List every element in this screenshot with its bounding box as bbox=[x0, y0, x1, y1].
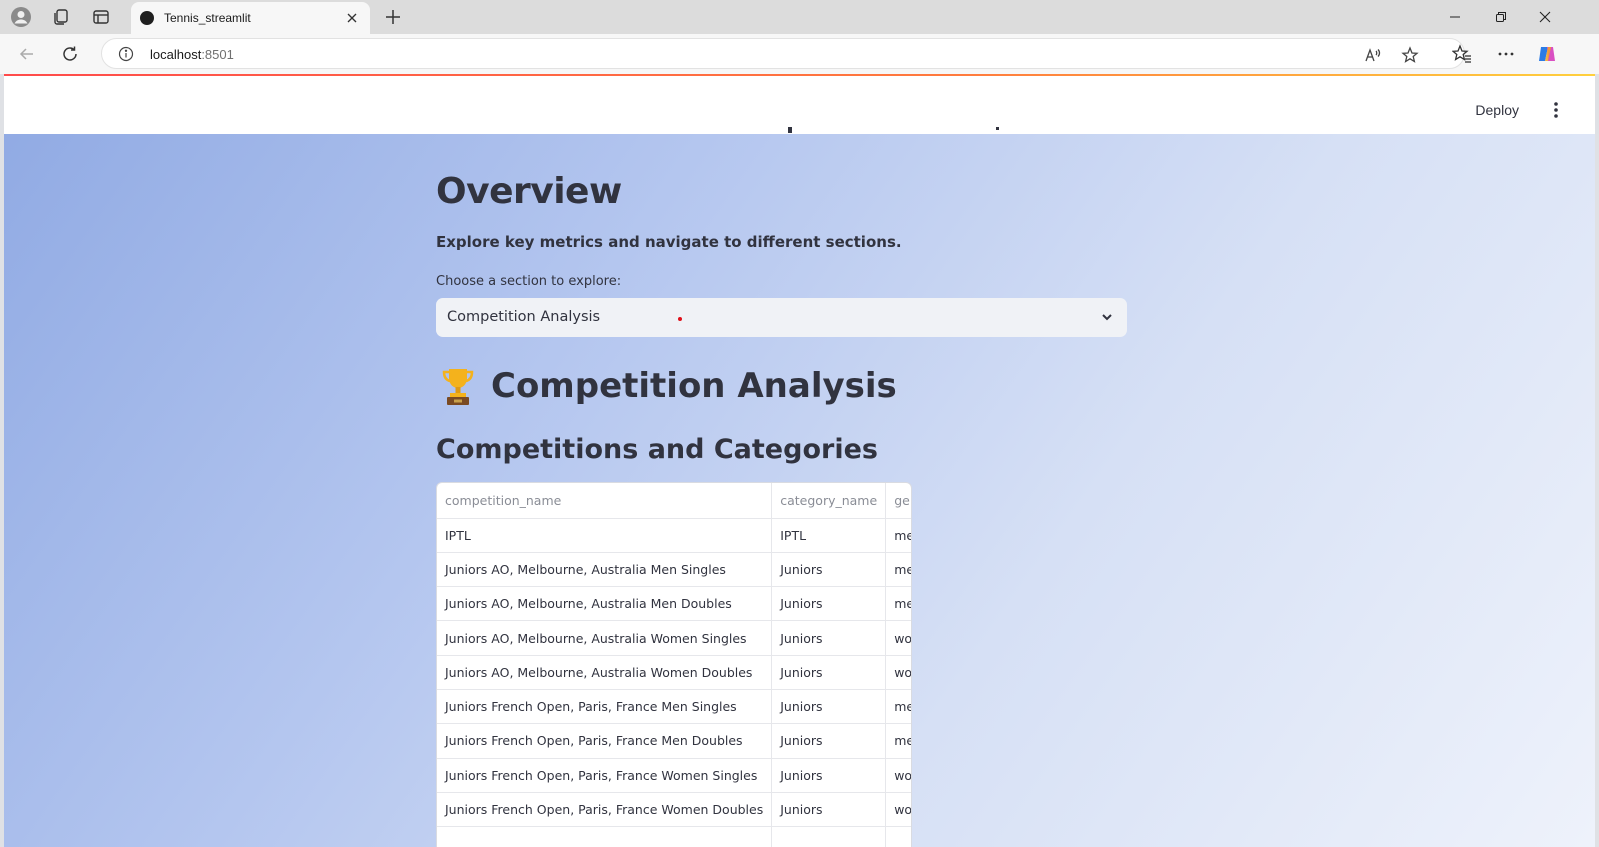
page-subtitle: Explore key metrics and navigate to diff… bbox=[436, 233, 902, 251]
cell-category-name[interactable]: Juniors bbox=[771, 586, 887, 622]
page-title: Overview bbox=[436, 171, 622, 212]
tab-title: Tennis_streamlit bbox=[164, 11, 251, 25]
streamlit-app: Deploy Overview Explore key metrics and … bbox=[4, 74, 1595, 847]
table-header-row: competition_name category_name gender bbox=[437, 483, 911, 519]
browser-tab-bar: Tennis_streamlit bbox=[0, 0, 1599, 34]
table-row: Juniors AO, Melbourne, Australia Men Dou… bbox=[437, 586, 911, 622]
cell-category-name[interactable]: Juniors bbox=[771, 655, 887, 690]
cell-competition-name[interactable]: Juniors AO, Melbourne, Australia Women S… bbox=[437, 620, 773, 656]
new-tab-icon[interactable] bbox=[380, 5, 406, 29]
favorite-star-icon[interactable] bbox=[1400, 45, 1420, 65]
column-header-competition-name[interactable]: competition_name bbox=[437, 483, 773, 519]
more-options-icon[interactable] bbox=[1494, 42, 1518, 66]
cell-gender[interactable]: men bbox=[885, 723, 911, 759]
refresh-icon[interactable] bbox=[57, 42, 83, 66]
profile-icon[interactable] bbox=[8, 5, 34, 29]
copilot-icon[interactable] bbox=[1535, 42, 1559, 66]
table-title: Competitions and Categories bbox=[436, 434, 878, 465]
cell-gender[interactable]: women bbox=[885, 792, 911, 828]
chevron-down-icon[interactable] bbox=[1099, 309, 1115, 325]
browser-tab-active[interactable]: Tennis_streamlit bbox=[131, 2, 370, 34]
cursor-marker bbox=[678, 317, 682, 321]
cell-gender[interactable]: men bbox=[885, 518, 911, 553]
cell-category-name[interactable]: Juniors bbox=[771, 723, 887, 759]
favorites-icon[interactable] bbox=[1450, 42, 1474, 66]
cell-competition-name[interactable] bbox=[437, 826, 773, 847]
browser-toolbar: localhost:8501 bbox=[0, 34, 1599, 74]
cell-gender[interactable]: men bbox=[885, 689, 911, 725]
section-select-label: Choose a section to explore: bbox=[436, 274, 622, 289]
address-bar[interactable]: localhost:8501 bbox=[101, 38, 1465, 69]
cell-competition-name[interactable]: Juniors AO, Melbourne, Australia Women D… bbox=[437, 655, 773, 690]
competitions-dataframe[interactable]: competition_name category_name gender IP… bbox=[436, 482, 912, 847]
cell-category-name[interactable]: Juniors bbox=[771, 758, 887, 793]
table-row: Juniors AO, Melbourne, Australia Women D… bbox=[437, 655, 911, 690]
cell-category-name[interactable]: Juniors bbox=[771, 689, 887, 725]
close-window-icon[interactable] bbox=[1530, 6, 1560, 28]
table-row: Juniors French Open, Paris, France Women… bbox=[437, 758, 911, 793]
cell-category-name[interactable]: Juniors bbox=[771, 552, 887, 588]
streamlit-favicon-icon bbox=[140, 11, 154, 25]
trophy-icon bbox=[442, 369, 474, 405]
cell-gender[interactable] bbox=[885, 826, 911, 847]
deploy-button[interactable]: Deploy bbox=[1475, 102, 1519, 118]
table-row: IPTL IPTL men bbox=[437, 518, 911, 553]
cell-gender[interactable]: women bbox=[885, 620, 911, 656]
cell-competition-name[interactable]: Juniors French Open, Paris, France Men S… bbox=[437, 689, 773, 725]
cell-gender[interactable]: men bbox=[885, 586, 911, 622]
tab-actions-icon[interactable] bbox=[88, 5, 114, 29]
cell-competition-name[interactable]: Juniors AO, Melbourne, Australia Men Sin… bbox=[437, 552, 773, 588]
cell-competition-name[interactable]: IPTL bbox=[437, 518, 773, 553]
table-row: Juniors AO, Melbourne, Australia Men Sin… bbox=[437, 552, 911, 588]
cell-category-name[interactable] bbox=[771, 826, 887, 847]
cell-category-name[interactable]: Juniors bbox=[771, 792, 887, 828]
competitions-table: competition_name category_name gender IP… bbox=[437, 483, 911, 847]
table-row: Juniors French Open, Paris, France Women… bbox=[437, 792, 911, 828]
cell-gender[interactable]: women bbox=[885, 655, 911, 690]
restore-icon[interactable] bbox=[1486, 6, 1516, 28]
cell-gender[interactable]: men bbox=[885, 552, 911, 588]
cell-category-name[interactable]: Juniors bbox=[771, 620, 887, 656]
back-icon[interactable] bbox=[14, 42, 40, 66]
cell-competition-name[interactable]: Juniors French Open, Paris, France Men D… bbox=[437, 723, 773, 759]
collections-icon[interactable] bbox=[48, 5, 74, 29]
main-menu-icon[interactable] bbox=[1547, 100, 1565, 120]
url-text: localhost:8501 bbox=[150, 47, 234, 62]
cell-gender[interactable]: women bbox=[885, 758, 911, 793]
section-select[interactable]: Competition Analysis bbox=[436, 298, 1127, 337]
close-tab-icon[interactable] bbox=[344, 10, 360, 26]
section-select-value: Competition Analysis bbox=[447, 309, 601, 325]
cell-competition-name[interactable]: Juniors French Open, Paris, France Women… bbox=[437, 792, 773, 828]
cell-category-name[interactable]: IPTL bbox=[771, 518, 887, 553]
table-row: Juniors French Open, Paris, France Men S… bbox=[437, 689, 911, 725]
scrolled-title-fragment bbox=[784, 126, 1034, 138]
cell-competition-name[interactable]: Juniors French Open, Paris, France Women… bbox=[437, 758, 773, 793]
read-aloud-icon[interactable] bbox=[1362, 45, 1382, 65]
column-header-gender[interactable]: gender bbox=[885, 483, 911, 519]
section-heading: Competition Analysis bbox=[440, 366, 897, 406]
table-row: Juniors AO, Melbourne, Australia Women S… bbox=[437, 620, 911, 656]
column-header-category-name[interactable]: category_name bbox=[771, 483, 887, 519]
table-row: Juniors French Open, Paris, France Men D… bbox=[437, 723, 911, 759]
minimize-icon[interactable] bbox=[1440, 6, 1470, 28]
site-info-icon[interactable] bbox=[118, 46, 134, 62]
table-row bbox=[437, 826, 911, 847]
cell-competition-name[interactable]: Juniors AO, Melbourne, Australia Men Dou… bbox=[437, 586, 773, 622]
section-title: Competition Analysis bbox=[491, 366, 897, 406]
